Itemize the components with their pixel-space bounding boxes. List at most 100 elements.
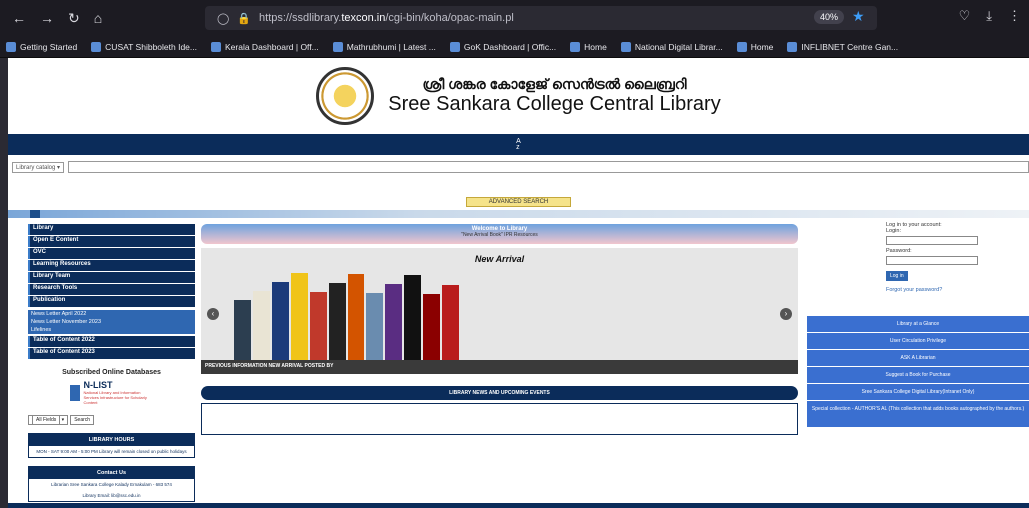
bookmark-favicon-icon	[332, 41, 343, 52]
bookmark-label: Getting Started	[20, 41, 78, 52]
quick-link[interactable]: User Circulation Privilege	[807, 333, 1029, 349]
subscribed-heading: Subscribed Online Databases	[62, 369, 161, 376]
shield-icon: ◯	[217, 12, 230, 25]
lock-icon: 🔒	[237, 12, 252, 25]
quick-links: Library at a Glance User Circulation Priv…	[807, 316, 1029, 428]
download-icon[interactable]: ⤓	[986, 8, 992, 24]
quick-link[interactable]: ASK A Librarian	[807, 350, 1029, 366]
book-cover[interactable]	[423, 294, 441, 360]
bookmark-favicon-icon	[620, 41, 631, 52]
catalog-select[interactable]: Library catalog ▾	[12, 161, 65, 173]
welcome-header: Welcome to Library "New Arrival Book" IPR…	[201, 224, 798, 244]
quick-link[interactable]: Suggest a Book for Purchase	[807, 367, 1029, 383]
book-cover[interactable]	[328, 283, 346, 360]
bookmark-label: Mathrubhumi | Latest ...	[346, 41, 436, 52]
address-bar[interactable]: ◯ 🔒 https://ssdlibrary.texcon.in/cgi-bin…	[205, 6, 877, 30]
nlist-logo[interactable]: N-LIST National Library and Information S…	[28, 380, 195, 405]
quick-link[interactable]: Special collection - AUTHOR'S AL (This c…	[807, 401, 1029, 427]
zoom-badge[interactable]: 40%	[814, 10, 845, 24]
bookmark-favicon-icon	[736, 41, 747, 52]
book-cover[interactable]	[290, 273, 308, 360]
bookmark-favicon-icon	[787, 41, 798, 52]
book-cover[interactable]	[404, 275, 422, 360]
new-arrival-title: New Arrival	[474, 254, 525, 264]
contact-box: Contact Us Librarian Sree Sankara College…	[28, 466, 195, 502]
sidebar-link[interactable]: Library Team	[28, 272, 195, 283]
bookmark-item[interactable]: Home	[736, 41, 773, 52]
header-banner: ശ്രീ ശങ്കര കോളേജ് സെൻട്രൽ ലൈബ്രറി Sree S…	[8, 58, 1029, 134]
bookmark-favicon-icon	[211, 41, 221, 52]
bookmark-item[interactable]: National Digital Librar...	[620, 41, 723, 52]
quick-link[interactable]: Library at a Glance	[807, 316, 1029, 332]
bookmark-item[interactable]: Home	[570, 41, 607, 52]
reload-icon[interactable]: ↻	[68, 10, 80, 27]
book-cover[interactable]	[366, 293, 384, 360]
carousel-next-icon[interactable]: ›	[780, 308, 792, 320]
sidebar-link[interactable]: Open E Content	[28, 236, 195, 247]
blue-bar	[8, 210, 1029, 218]
browser-toolbar: ← → ↻ ⌂ ◯ 🔒 https://ssdlibrary.texcon.in…	[0, 0, 1029, 36]
bookmark-item[interactable]: INFLIBNET Centre Gan...	[787, 41, 898, 52]
bookmark-item[interactable]: GoK Dashboard | Offic...	[449, 41, 557, 52]
sidebar-link[interactable]: Research Tools	[28, 284, 195, 295]
book-cover[interactable]	[309, 292, 327, 360]
sidebar-sublink[interactable]: News Letter November 2023	[28, 318, 195, 326]
sidebar-sublink[interactable]: News Letter April 2022	[28, 310, 195, 318]
forgot-password-link[interactable]: Forgot your password?	[886, 287, 978, 293]
sidebar-link[interactable]: Library	[28, 224, 195, 235]
book-cover[interactable]	[234, 300, 251, 360]
bookmark-item[interactable]: CUSAT Shibboleth Ide...	[91, 41, 197, 52]
bookmark-favicon-icon	[6, 41, 16, 52]
bookmark-star-icon[interactable]: ★	[852, 8, 865, 25]
field-select[interactable]: All Fields ▾	[28, 415, 69, 425]
home-icon[interactable]: ⌂	[94, 10, 102, 27]
forward-icon[interactable]: →	[40, 10, 54, 27]
book-cover[interactable]	[347, 274, 365, 360]
search-input[interactable]	[68, 161, 1029, 173]
login-button[interactable]: Log in	[886, 271, 908, 281]
sidebar-link[interactable]: Publication	[28, 296, 195, 307]
bookmark-favicon-icon	[570, 41, 581, 52]
bookmark-favicon-icon	[91, 41, 102, 52]
sidebar-link[interactable]: OVC	[28, 248, 195, 259]
advanced-search-button[interactable]: ADVANCED SEARCH	[465, 197, 572, 207]
bookmark-item[interactable]: Getting Started	[6, 41, 78, 52]
bookmark-label: GoK Dashboard | Offic...	[463, 41, 557, 52]
carousel-prev-icon[interactable]: ‹	[207, 308, 219, 320]
menu-icon[interactable]: ⋮	[1008, 8, 1021, 24]
book-cover[interactable]	[385, 284, 403, 360]
pocket-icon[interactable]: ♡	[959, 8, 971, 24]
bookmark-label: Kerala Dashboard | Off...	[225, 41, 319, 52]
bookmark-item[interactable]: Mathrubhumi | Latest ...	[332, 41, 436, 52]
bookmark-label: National Digital Librar...	[634, 41, 723, 52]
left-sidebar: Library Open E Content OVC Learning Resourc…	[28, 224, 195, 502]
sidebar-search-button[interactable]: Search	[70, 415, 95, 425]
bookmark-label: Home	[584, 41, 607, 52]
news-box	[201, 403, 798, 435]
book-cover[interactable]	[271, 282, 289, 360]
sidebar-link[interactable]: Table of Content 2023	[28, 348, 195, 359]
bookmarks-bar: Getting Started CUSAT Shibboleth Ide... Ke…	[0, 36, 1029, 58]
title-malayalam: ശ്രീ ശങ്കര കോളേജ് സെൻട്രൽ ലൈബ്രറി	[422, 76, 687, 92]
sidebar-link[interactable]: Table of Content 2022	[28, 336, 195, 347]
new-arrival-carousel: New Arrival ‹ ›	[201, 248, 798, 360]
carousel-caption: PREVIOUS INFORMATION NEW ARRIVAL POSTED …	[201, 360, 798, 374]
sidebar-sublink[interactable]: Lifelines	[28, 326, 195, 334]
login-input[interactable]	[886, 236, 978, 245]
library-hours-box: LIBRARY HOURS MON - SAT 9:00 AM - 5:00 PM…	[28, 433, 195, 458]
password-input[interactable]	[886, 256, 978, 265]
back-icon[interactable]: ←	[12, 10, 26, 27]
book-cover[interactable]	[252, 291, 270, 360]
main-content: Welcome to Library "New Arrival Book" IPR…	[201, 224, 798, 435]
book-cover[interactable]	[442, 285, 460, 360]
quick-link[interactable]: Sree Sankara College Digital Library(Int…	[807, 384, 1029, 400]
college-logo	[316, 67, 375, 125]
bookmark-item[interactable]: Kerala Dashboard | Off...	[211, 41, 319, 52]
bookmark-label: CUSAT Shibboleth Ide...	[105, 41, 197, 52]
login-panel: Log in to your account: Login: Password:…	[886, 222, 978, 293]
search-row: Library catalog ▾	[8, 159, 1029, 175]
book-covers[interactable]	[234, 272, 460, 360]
contact-email-link[interactable]: Library Email: lib@ssc.edu.in	[29, 490, 194, 501]
sidebar-link[interactable]: Learning Resources	[28, 260, 195, 271]
news-heading: LIBRARY NEWS AND UPCOMING EVENTS	[201, 386, 798, 400]
